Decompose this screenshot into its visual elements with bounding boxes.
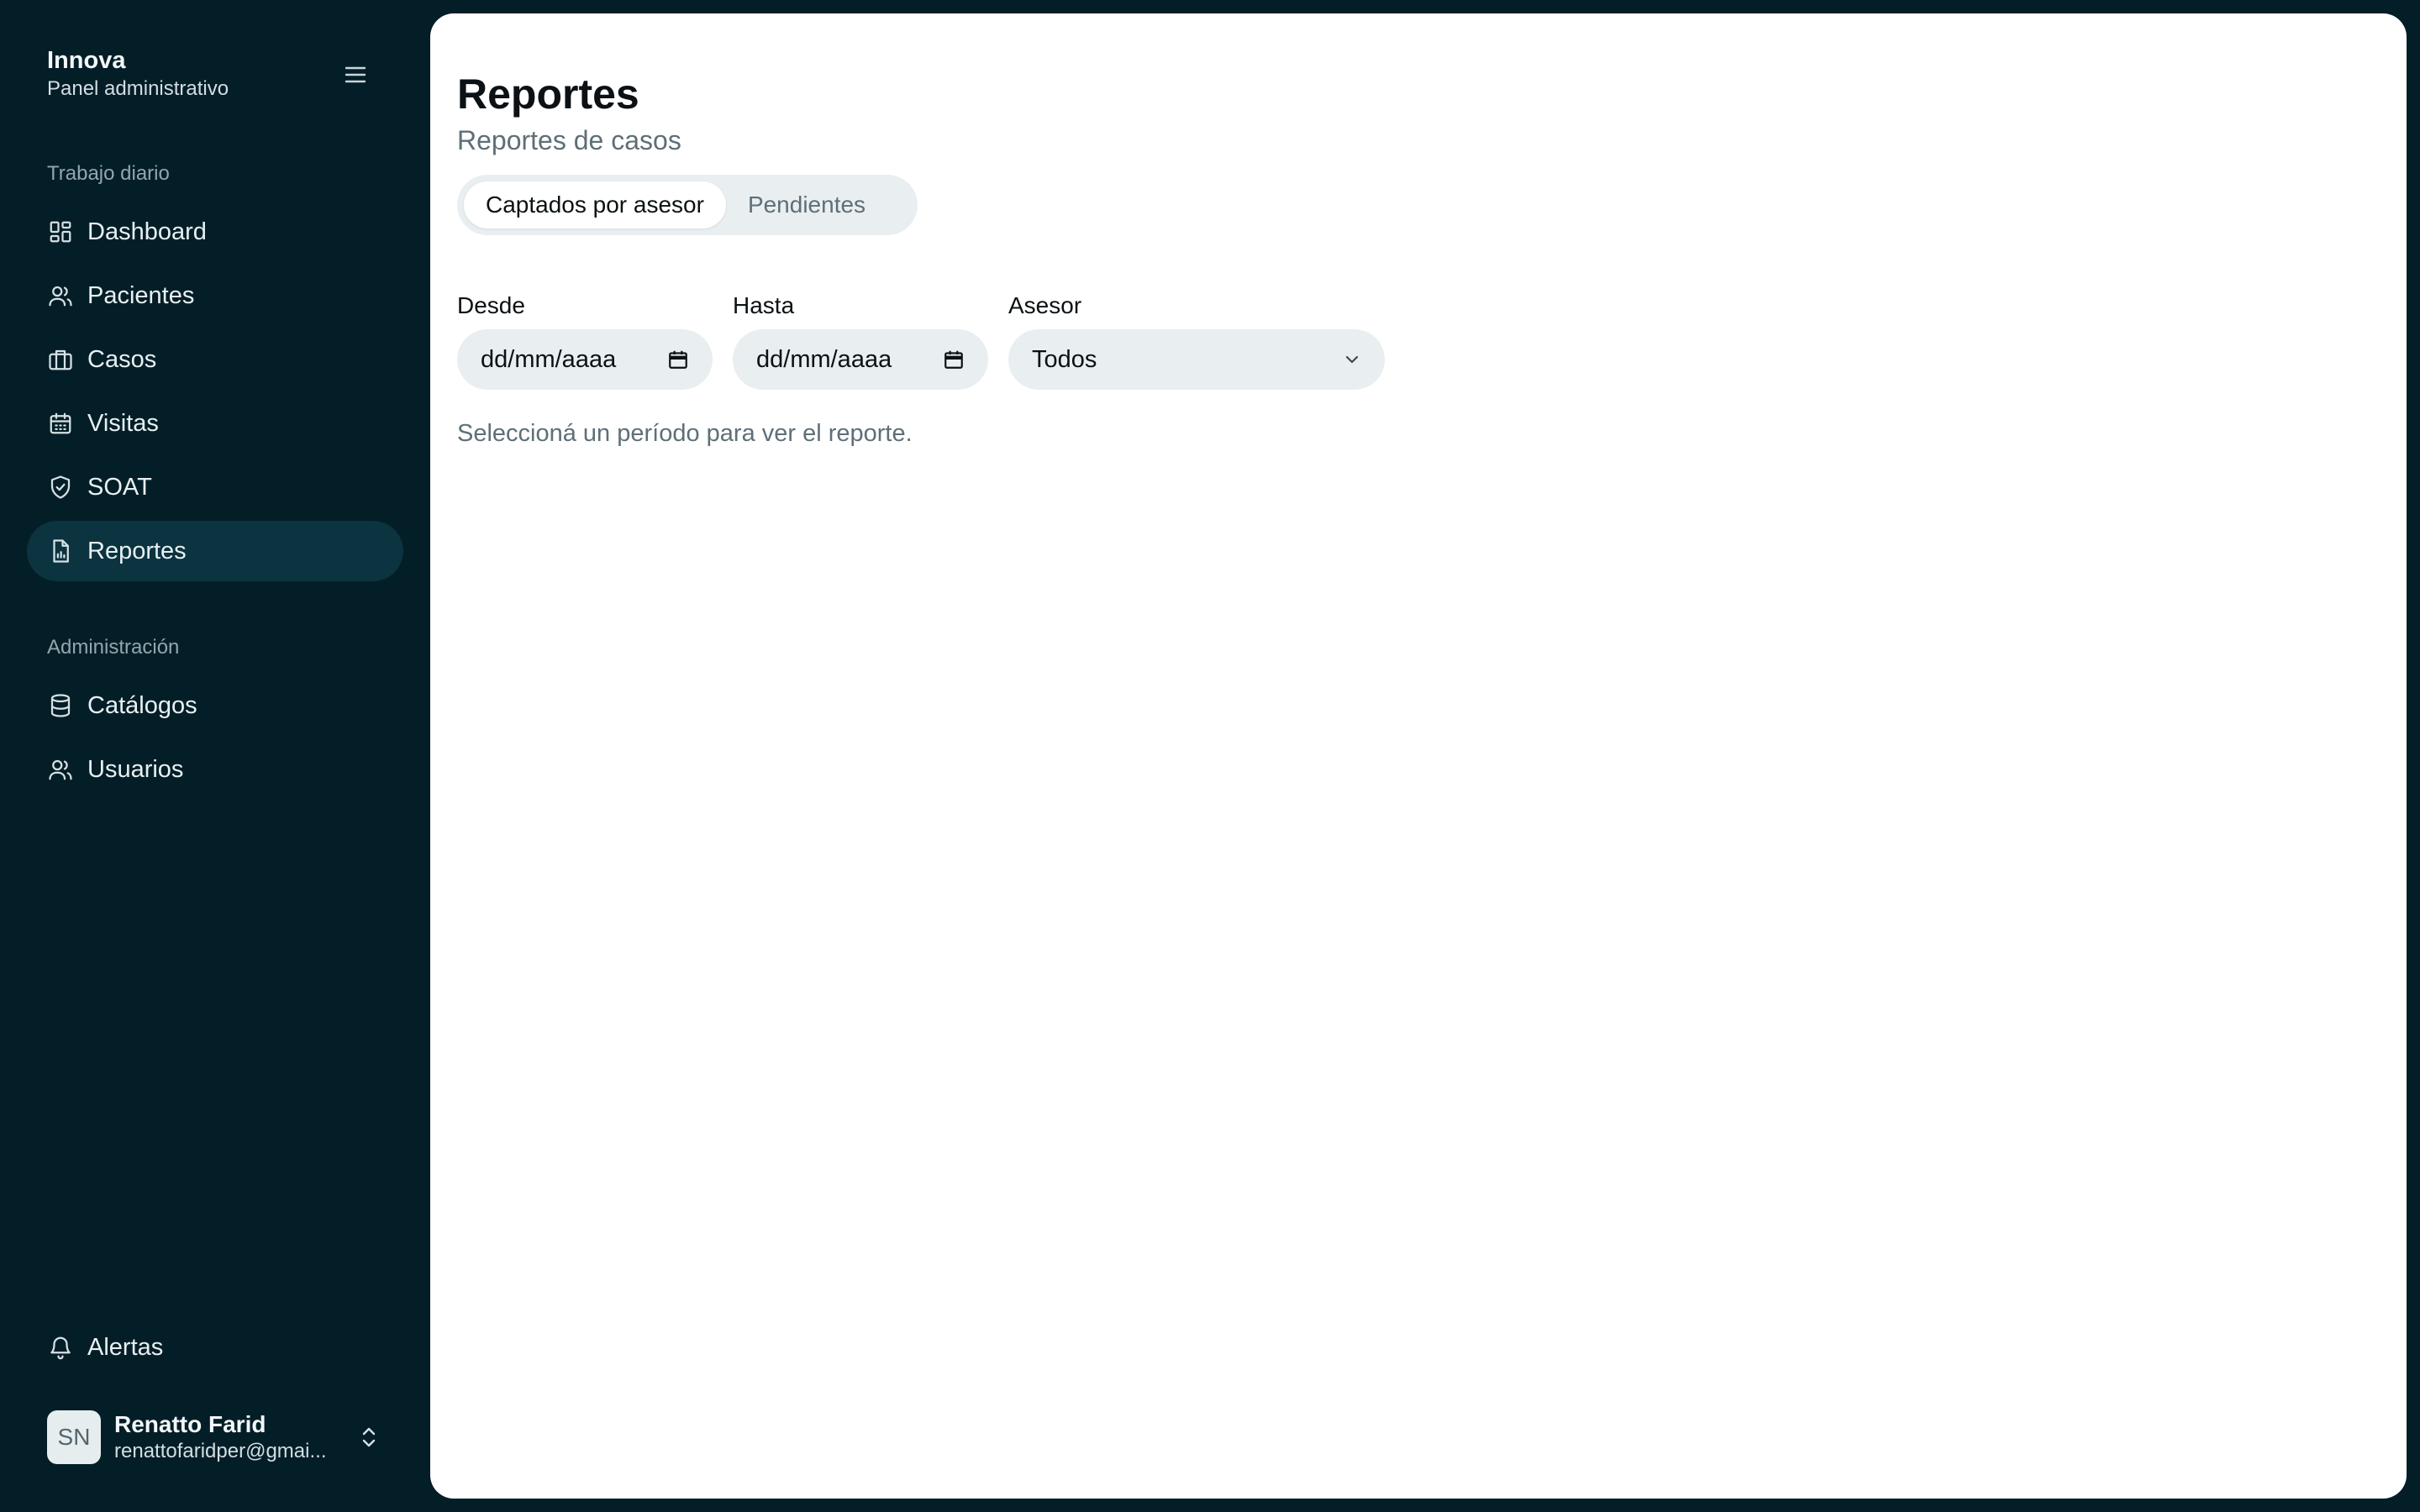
- sidebar-item-soat[interactable]: SOAT: [27, 457, 403, 517]
- from-date-input[interactable]: dd/mm/aaaa: [457, 329, 713, 390]
- user-name: Renatto Farid: [114, 1411, 266, 1437]
- menu-toggle-button[interactable]: [341, 60, 370, 89]
- page-subtitle: Reportes de casos: [457, 125, 681, 155]
- sidebar-item-casos[interactable]: Casos: [27, 329, 403, 390]
- advisor-selected-value: Todos: [1032, 345, 1097, 373]
- calendar-icon: [47, 410, 74, 437]
- to-date-label: Hasta: [733, 292, 795, 318]
- calendar-icon: [944, 350, 963, 369]
- advisor-label: Asesor: [1008, 292, 1082, 318]
- section-label-administration: Administración: [47, 636, 180, 659]
- sidebar-item-reportes[interactable]: Reportes: [27, 521, 403, 581]
- sidebar-item-label: Dashboard: [87, 218, 207, 245]
- sidebar-item-dashboard[interactable]: Dashboard: [27, 202, 403, 262]
- user-info: Renatto Farid renattofaridper@gmai...: [114, 1410, 341, 1464]
- sidebar-item-label: SOAT: [87, 474, 152, 501]
- brand: Innova Panel administrativo: [47, 45, 229, 102]
- section-label-daily-work: Trabajo diario: [47, 162, 170, 185]
- dashboard-icon: [47, 218, 74, 245]
- chevron-down-icon: [1345, 355, 1359, 364]
- sidebar-item-label: Reportes: [87, 538, 187, 564]
- sidebar-item-label: Visitas: [87, 410, 159, 437]
- sidebar-item-visitas[interactable]: Visitas: [27, 393, 403, 454]
- app-root: Innova Panel administrativo Trabajo diar…: [0, 0, 2420, 1512]
- from-date-label: Desde: [457, 292, 525, 318]
- sidebar-item-label: Usuarios: [87, 756, 184, 783]
- empty-state-hint: Seleccioná un período para ver el report…: [457, 420, 913, 447]
- users-icon: [47, 282, 74, 309]
- sidebar-item-label: Alertas: [87, 1334, 164, 1361]
- sidebar-item-label: Pacientes: [87, 282, 195, 309]
- chevrons-up-down-icon: [356, 1420, 381, 1454]
- shield-check-icon: [47, 474, 74, 501]
- menu-icon: [345, 66, 366, 83]
- briefcase-icon: [47, 346, 74, 373]
- to-date-placeholder: dd/mm/aaaa: [756, 345, 892, 373]
- brand-subtitle: Panel administrativo: [47, 77, 229, 100]
- sidebar-item-label: Casos: [87, 346, 157, 373]
- sidebar-item-pacientes[interactable]: Pacientes: [27, 265, 403, 326]
- bell-icon: [47, 1334, 74, 1361]
- sidebar-item-alertas[interactable]: Alertas: [27, 1317, 403, 1378]
- tab-captados-por-asesor[interactable]: Captados por asesor: [464, 181, 726, 228]
- avatar: SN: [47, 1410, 101, 1464]
- calendar-icon: [669, 350, 687, 369]
- sidebar-item-label: Catálogos: [87, 692, 197, 719]
- report-tabs: Captados por asesor Pendientes: [457, 175, 918, 235]
- from-date-placeholder: dd/mm/aaaa: [481, 345, 617, 373]
- sidebar-item-catalogos[interactable]: Catálogos: [27, 675, 403, 736]
- to-date-input[interactable]: dd/mm/aaaa: [733, 329, 988, 390]
- user-email: renattofaridper@gmai...: [114, 1440, 327, 1462]
- sidebar-item-usuarios[interactable]: Usuarios: [27, 739, 403, 800]
- brand-title: Innova: [47, 47, 126, 74]
- sidebar: Innova Panel administrativo Trabajo diar…: [0, 0, 430, 1512]
- page-title: Reportes: [457, 71, 639, 118]
- tab-pendientes[interactable]: Pendientes: [726, 181, 887, 228]
- advisor-select[interactable]: Todos: [1008, 329, 1385, 390]
- main-panel: Reportes Reportes de casos Captados por …: [430, 13, 2407, 1499]
- users-icon: [47, 756, 74, 783]
- file-chart-icon: [47, 538, 74, 564]
- database-icon: [47, 692, 74, 719]
- user-menu[interactable]: SN Renatto Farid renattofaridper@gmai...: [47, 1410, 392, 1465]
